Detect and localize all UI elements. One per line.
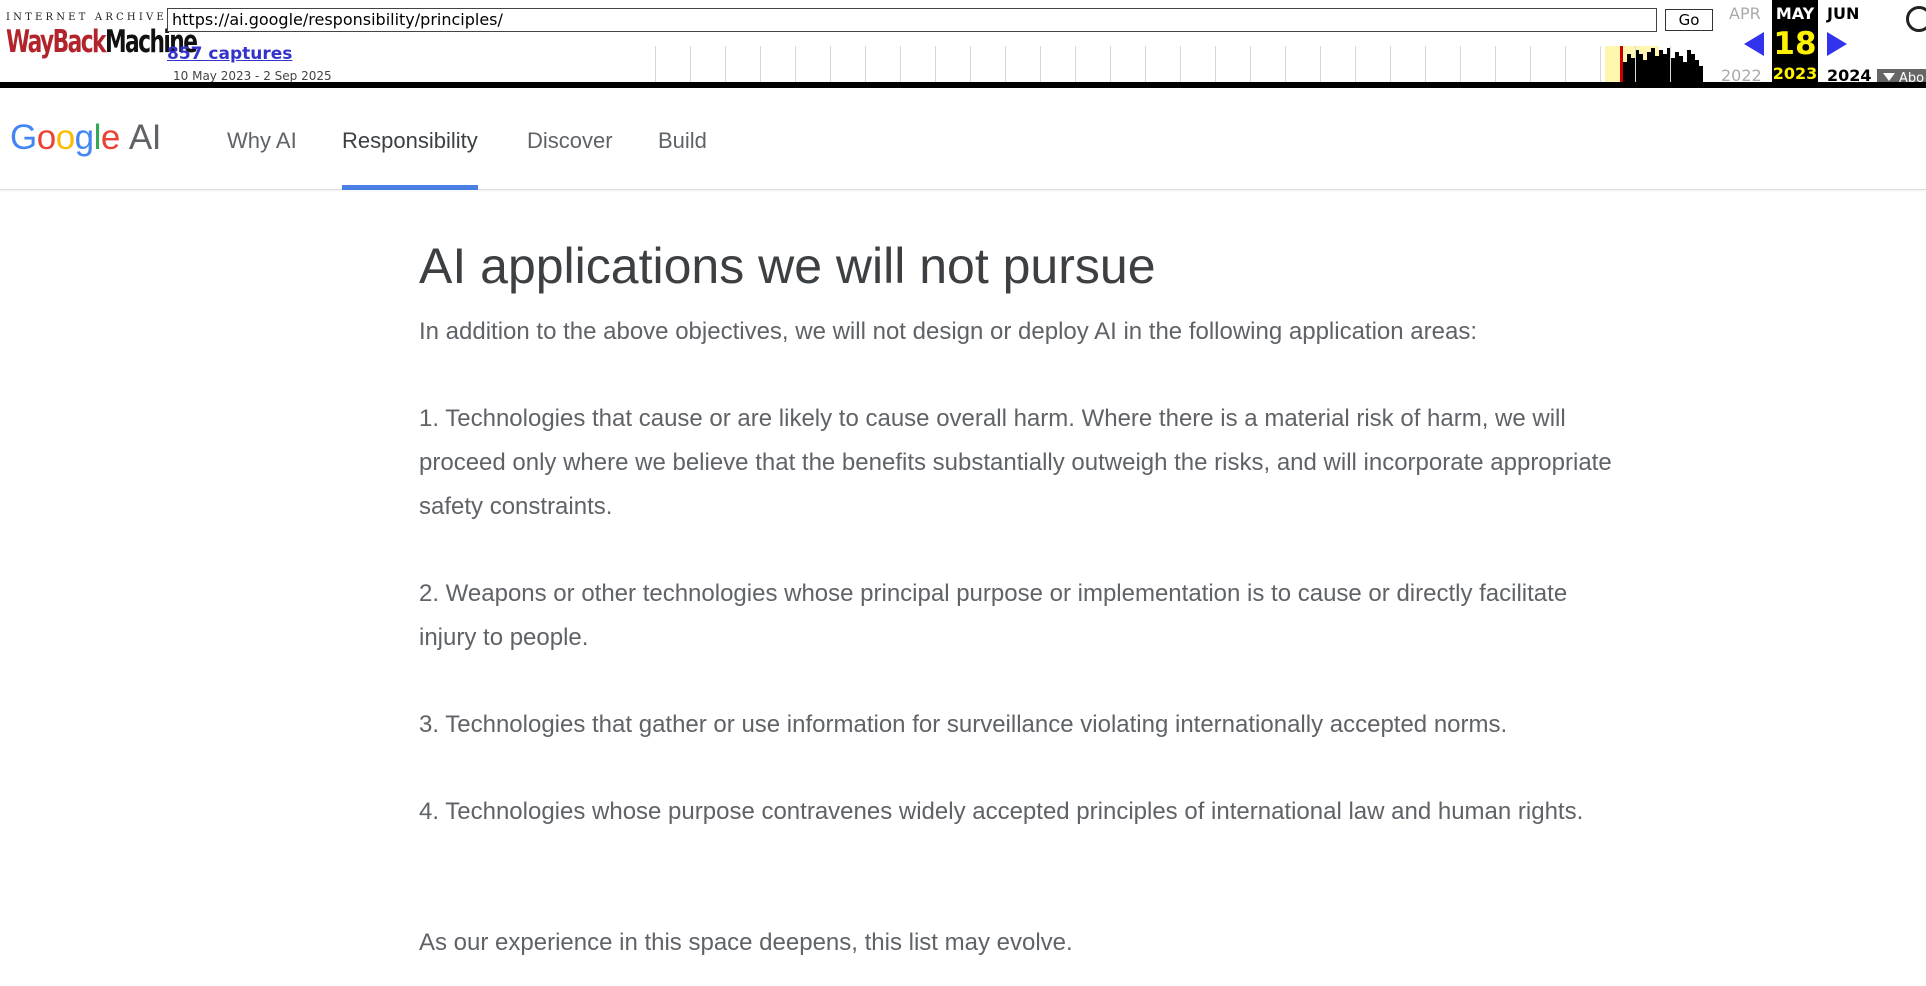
wayback-toolbar: INTERNET ARCHIVE WayBackMachine https://… — [0, 0, 1926, 88]
google-logo-letter: o — [36, 118, 56, 157]
sparkline-tick — [1250, 46, 1251, 82]
sparkline-tick — [830, 46, 831, 82]
page-title: AI applications we will not pursue — [419, 238, 1156, 294]
sparkline-bar — [1699, 66, 1703, 82]
sparkline-tick — [655, 46, 656, 82]
sparkline-tick — [1355, 46, 1356, 82]
wayback-capture-sparkline[interactable] — [655, 46, 1705, 82]
sparkline-tick — [1390, 46, 1391, 82]
sparkline-tick — [690, 46, 691, 82]
google-logo-letter: g — [74, 118, 94, 157]
principle-item-2: 2. Weapons or other technologies whose p… — [419, 580, 1568, 651]
google-logo-letter: o — [55, 118, 75, 157]
wayback-next-year[interactable]: 2024 — [1827, 66, 1872, 82]
google-logo-letter: e — [100, 118, 120, 157]
wayback-current-month: MAY — [1775, 4, 1815, 23]
wayback-prev-year[interactable]: 2022 — [1721, 66, 1762, 82]
sparkline-tick — [865, 46, 866, 82]
sparkline-tick — [1215, 46, 1216, 82]
sparkline-tick — [970, 46, 971, 82]
principle-item-1: 1. Technologies that cause or are likely… — [419, 405, 1612, 520]
sparkline-tick — [1145, 46, 1146, 82]
logo-ai-suffix: AI — [128, 118, 162, 157]
wayback-date-range: 10 May 2023 - 2 Sep 2025 — [173, 69, 332, 83]
wayback-logo[interactable]: INTERNET ARCHIVE WayBackMachine — [6, 12, 198, 72]
right-arrow-icon[interactable] — [1827, 32, 1847, 56]
sparkline-tick — [1670, 46, 1671, 82]
google-logo-letter: G — [10, 118, 37, 157]
google-ai-logo[interactable]: Google AI — [10, 118, 161, 158]
sparkline-tick — [1460, 46, 1461, 82]
wayback-logo-internet-archive: INTERNET ARCHIVE — [6, 12, 167, 23]
sparkline-bars — [1615, 46, 1705, 82]
wayback-current-day: 18 — [1773, 26, 1817, 62]
principle-item-4: 4. Technologies whose purpose contravene… — [419, 798, 1584, 825]
sparkline-tick — [935, 46, 936, 82]
sparkline-tick — [1600, 46, 1601, 82]
sparkline-tick — [1110, 46, 1111, 82]
sparkline-tick — [795, 46, 796, 82]
wayback-logo-wayback: WayBack — [6, 24, 107, 60]
sparkline-tick — [1320, 46, 1321, 82]
wayback-captures-link[interactable]: 857 captures — [167, 44, 292, 64]
dropdown-triangle-icon — [1883, 73, 1895, 81]
wayback-prev-month[interactable]: APR — [1729, 4, 1761, 24]
wayback-current-year: 2023 — [1772, 64, 1818, 83]
sparkline-tick — [1005, 46, 1006, 82]
wayback-url-input[interactable]: https://ai.google/responsibility/princip… — [167, 8, 1657, 32]
sparkline-tick — [1180, 46, 1181, 82]
wayback-go-button[interactable]: Go — [1665, 9, 1713, 31]
nav-item-build[interactable]: Build — [658, 88, 707, 190]
sparkline-current-marker — [1620, 46, 1623, 82]
wayback-about-label: Abo — [1899, 71, 1925, 86]
nav-item-discover[interactable]: Discover — [527, 88, 613, 190]
sparkline-tick — [760, 46, 761, 82]
site-header: Google AI Why AI Responsibility Discover … — [0, 88, 1926, 190]
principle-item-3: 3. Technologies that gather or use infor… — [419, 711, 1508, 738]
google-wordmark: Google — [10, 118, 120, 157]
sparkline-tick — [1635, 46, 1636, 82]
sparkline-tick — [725, 46, 726, 82]
sparkline-tick — [1075, 46, 1076, 82]
sparkline-tick — [900, 46, 901, 82]
wayback-next-month[interactable]: JUN — [1827, 4, 1859, 24]
help-icon[interactable] — [1906, 6, 1926, 32]
sparkline-tick — [1285, 46, 1286, 82]
nav-item-why-ai[interactable]: Why AI — [227, 88, 297, 190]
sparkline-tick — [1040, 46, 1041, 82]
sparkline-tick — [1495, 46, 1496, 82]
closing-paragraph: As our experience in this space deepens,… — [419, 929, 1073, 956]
intro-paragraph: In addition to the above objectives, we … — [419, 318, 1477, 345]
google-logo-letter: l — [93, 118, 102, 157]
left-arrow-icon[interactable] — [1744, 32, 1764, 56]
nav-item-responsibility[interactable]: Responsibility — [342, 88, 478, 190]
sparkline-tick — [1425, 46, 1426, 82]
sparkline-tick — [1530, 46, 1531, 82]
sparkline-tick — [1565, 46, 1566, 82]
wayback-about-button[interactable]: Abo — [1877, 69, 1926, 86]
wayback-current-date: MAY 18 2023 — [1772, 0, 1818, 83]
